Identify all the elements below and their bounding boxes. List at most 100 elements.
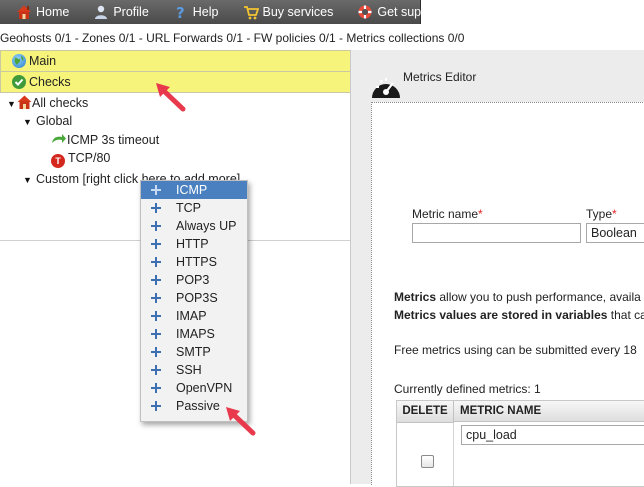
plus-icon bbox=[151, 383, 161, 393]
metrics-rate-info: Free metrics using can be submitted ever… bbox=[394, 343, 637, 357]
accordion-checks-label: Checks bbox=[29, 75, 71, 89]
metric-name-input[interactable] bbox=[412, 223, 581, 243]
checkmark-icon bbox=[12, 75, 26, 89]
lifebuoy-icon bbox=[357, 4, 373, 20]
expand-triangle-icon: ▼ bbox=[23, 117, 32, 127]
top-navigation: Home Profile ? Help Buy services Get sup… bbox=[0, 0, 443, 24]
required-mark: * bbox=[612, 207, 617, 221]
menu-item-label: TCP bbox=[176, 201, 201, 215]
home-icon bbox=[16, 4, 32, 20]
editor-title: Metrics Editor bbox=[403, 70, 477, 84]
globe-icon bbox=[12, 54, 26, 68]
user-icon bbox=[93, 4, 109, 20]
tree-node-all-checks[interactable]: ▼ All checks bbox=[7, 95, 88, 110]
accordion-main[interactable]: Main bbox=[0, 50, 350, 72]
svg-text:?: ? bbox=[176, 4, 185, 20]
tree-node-icmp-check[interactable]: ICMP 3s timeout bbox=[51, 133, 159, 147]
editor-form: Metric name* Type* Boolean Metrics allow… bbox=[371, 102, 644, 487]
metrics-description-line2: Metrics values are stored in variables t… bbox=[394, 308, 644, 322]
menu-item-imaps[interactable]: IMAPS bbox=[141, 325, 247, 343]
add-check-context-menu: ICMP TCP Always UP HTTP HTTPS POP3 POP3S… bbox=[140, 180, 248, 422]
nav-home[interactable]: Home bbox=[0, 0, 77, 24]
menu-item-tcp[interactable]: TCP bbox=[141, 199, 247, 217]
menu-item-icmp[interactable]: ICMP bbox=[141, 181, 247, 199]
defined-metrics-count: Currently defined metrics: 1 bbox=[394, 382, 541, 396]
tree-node-label: Global bbox=[36, 114, 73, 128]
menu-item-smtp[interactable]: SMTP bbox=[141, 343, 247, 361]
nav-help-label: Help bbox=[192, 5, 219, 19]
nav-profile[interactable]: Profile bbox=[77, 0, 156, 24]
delete-checkbox[interactable] bbox=[421, 455, 434, 468]
menu-item-label: OpenVPN bbox=[176, 381, 233, 395]
menu-item-pop3[interactable]: POP3 bbox=[141, 271, 247, 289]
expand-triangle-icon: ▼ bbox=[7, 99, 16, 109]
tree-node-label: TCP/80 bbox=[68, 151, 111, 165]
bold-text: Metrics values are stored in variables bbox=[394, 308, 608, 322]
menu-item-label: HTTP bbox=[176, 237, 209, 251]
column-header-metric-name: METRIC NAME bbox=[454, 401, 644, 422]
table-row: cpu_load bbox=[397, 423, 644, 468]
menu-item-pop3s[interactable]: POP3S bbox=[141, 289, 247, 307]
menu-item-always-up[interactable]: Always UP bbox=[141, 217, 247, 235]
tree-node-label: ICMP 3s timeout bbox=[67, 133, 160, 147]
menu-item-label: Always UP bbox=[176, 219, 237, 233]
type-label: Type* bbox=[586, 207, 617, 221]
menu-item-http[interactable]: HTTP bbox=[141, 235, 247, 253]
menu-item-https[interactable]: HTTPS bbox=[141, 253, 247, 271]
accordion-main-label: Main bbox=[29, 54, 57, 68]
description-text: that ca bbox=[607, 308, 644, 322]
nav-get-support-label: Get support bbox=[377, 5, 443, 19]
metric-name-label: Metric name* bbox=[412, 207, 483, 221]
plus-icon bbox=[151, 311, 161, 321]
menu-item-ssh[interactable]: SSH bbox=[141, 361, 247, 379]
description-text: allow you to push performance, availa bbox=[436, 290, 641, 304]
menu-item-label: POP3S bbox=[176, 291, 218, 305]
plus-icon bbox=[151, 365, 161, 375]
help-icon: ? bbox=[173, 4, 189, 22]
menu-item-label: ICMP bbox=[176, 183, 208, 197]
annotation-arrow-icon bbox=[226, 407, 256, 436]
tree-node-tcp-check[interactable]: T TCP/80 bbox=[51, 151, 110, 168]
nav-get-support[interactable]: Get support bbox=[341, 0, 450, 24]
column-header-delete: DELETE bbox=[397, 401, 454, 423]
plus-icon bbox=[151, 239, 161, 249]
nav-buy-services[interactable]: Buy services bbox=[227, 0, 342, 24]
plus-icon bbox=[151, 257, 161, 267]
plus-icon bbox=[151, 275, 161, 285]
house-icon bbox=[17, 95, 32, 109]
menu-item-label: HTTPS bbox=[176, 255, 217, 269]
plus-icon bbox=[151, 185, 161, 195]
plus-icon bbox=[151, 347, 161, 357]
menu-item-label: Passive bbox=[176, 399, 220, 413]
metric-name-label-text: Metric name bbox=[412, 207, 479, 221]
plus-icon bbox=[151, 203, 161, 213]
nav-help[interactable]: ? Help bbox=[157, 0, 227, 24]
plus-icon bbox=[151, 221, 161, 231]
metric-name-cell-input[interactable]: cpu_load bbox=[461, 425, 644, 445]
column-divider bbox=[453, 423, 454, 486]
menu-item-label: IMAP bbox=[176, 309, 207, 323]
gauge-icon bbox=[372, 78, 400, 98]
required-mark: * bbox=[478, 207, 483, 221]
nav-profile-label: Profile bbox=[113, 5, 149, 19]
tree-node-global[interactable]: ▼ Global bbox=[23, 114, 72, 128]
metrics-table: DELETE METRIC NAME cpu_load bbox=[396, 400, 644, 487]
menu-item-imap[interactable]: IMAP bbox=[141, 307, 247, 325]
tcp-badge-icon: T bbox=[51, 154, 65, 168]
type-label-text: Type bbox=[586, 207, 613, 221]
metrics-editor-panel: Metrics Editor Metric name* Type* Boolea… bbox=[351, 50, 644, 487]
plus-icon bbox=[151, 293, 161, 303]
menu-item-openvpn[interactable]: OpenVPN bbox=[141, 379, 247, 397]
metrics-description-line1: Metrics allow you to push performance, a… bbox=[394, 290, 641, 304]
cart-icon bbox=[243, 4, 259, 20]
plus-icon bbox=[151, 401, 161, 411]
resource-summary: Geohosts 0/1 - Zones 0/1 - URL Forwards … bbox=[0, 31, 465, 45]
plus-icon bbox=[151, 329, 161, 339]
redirect-arrow-icon bbox=[51, 133, 67, 145]
bold-text: Metrics bbox=[394, 290, 437, 304]
menu-item-label: POP3 bbox=[176, 273, 210, 287]
type-select[interactable]: Boolean bbox=[586, 223, 644, 243]
annotation-arrow-icon bbox=[156, 83, 186, 112]
nav-buy-services-label: Buy services bbox=[262, 5, 334, 19]
nav-home-label: Home bbox=[36, 5, 70, 19]
